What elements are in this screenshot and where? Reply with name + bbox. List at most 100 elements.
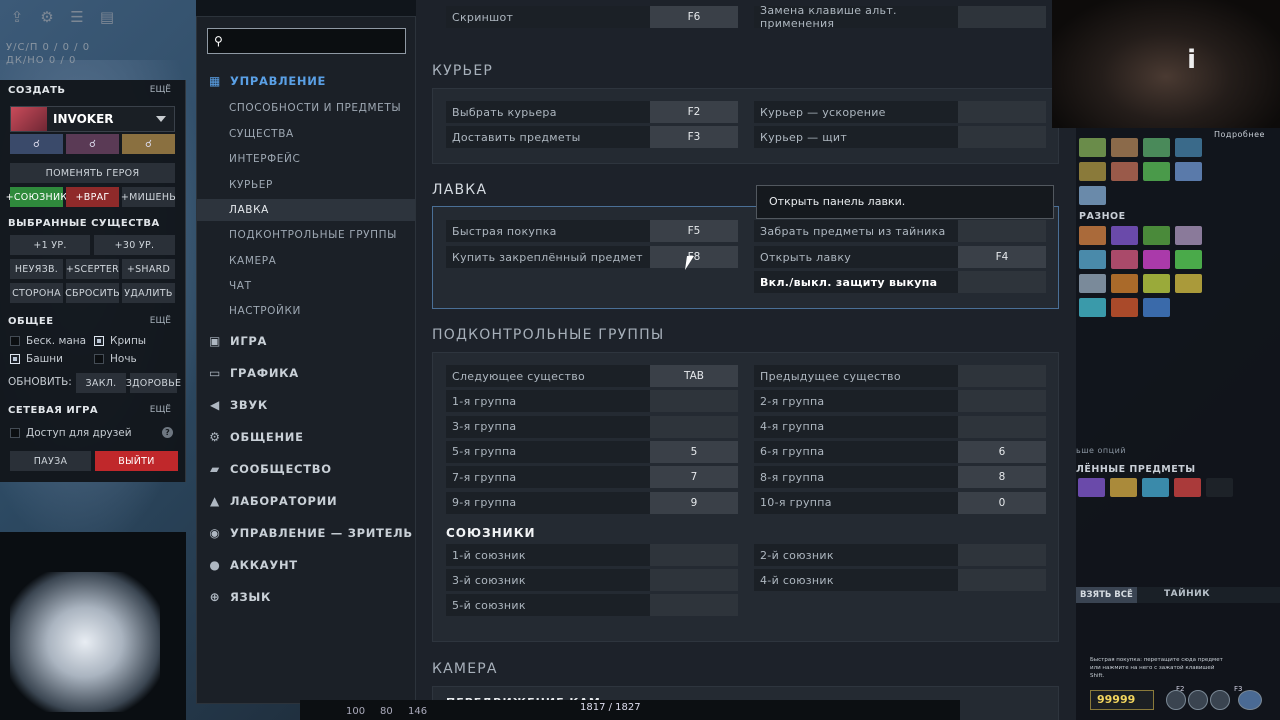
- towers-toggle[interactable]: Башни: [10, 353, 63, 365]
- hotkey-key[interactable]: 5: [650, 440, 738, 463]
- courier-arrow-button[interactable]: [1238, 690, 1262, 710]
- settings-gear-icon[interactable]: ⚙: [38, 8, 56, 26]
- pinned-item[interactable]: [1174, 478, 1201, 497]
- nav-labs[interactable]: ▲ ЛАБОРАТОРИИ: [197, 489, 415, 513]
- hotkey-row[interactable]: 5-я группа 5: [446, 440, 738, 463]
- shop-item[interactable]: [1079, 250, 1106, 269]
- hotkey-row[interactable]: Скриншот F6: [446, 6, 738, 28]
- hotkey-row[interactable]: 4-я группа: [754, 415, 1046, 438]
- shop-item[interactable]: [1079, 138, 1106, 157]
- nav-game[interactable]: ▣ ИГРА: [197, 329, 415, 353]
- hotkey-key[interactable]: [958, 415, 1046, 438]
- nav-sound[interactable]: ◀ ЗВУК: [197, 393, 415, 417]
- minimap[interactable]: [0, 532, 186, 720]
- hotkey-row[interactable]: 3-й союзник: [446, 569, 738, 591]
- exit-button[interactable]: ВЫЙТИ: [95, 451, 178, 471]
- infinite-mana-toggle[interactable]: Беск. мана: [10, 335, 86, 347]
- hotkey-row[interactable]: 1-й союзник: [446, 544, 738, 566]
- pinned-item[interactable]: [1142, 478, 1169, 497]
- shop-item[interactable]: [1143, 298, 1170, 317]
- nav-social[interactable]: ⚙ ОБЩЕНИЕ: [197, 425, 415, 449]
- hotkey-key[interactable]: F4: [958, 246, 1046, 268]
- hotkey-key[interactable]: [958, 390, 1046, 413]
- hotkey-row[interactable]: Следующее существо TAB: [446, 365, 738, 387]
- hotkey-key[interactable]: F5: [650, 220, 738, 242]
- pinned-item[interactable]: [1110, 478, 1137, 497]
- scepter-button[interactable]: +SCEPTER: [66, 259, 119, 279]
- side-button[interactable]: СТОРОНА: [10, 283, 63, 303]
- hotkey-key[interactable]: [958, 544, 1046, 566]
- nav-sub-units[interactable]: СУЩЕСТВА: [197, 123, 415, 145]
- hotkey-row[interactable]: 6-я группа 6: [754, 440, 1046, 463]
- shop-item[interactable]: [1111, 274, 1138, 293]
- nav-language[interactable]: ⊕ ЯЗЫК: [197, 585, 415, 609]
- shop-item[interactable]: [1079, 298, 1106, 317]
- hotkey-key[interactable]: [650, 390, 738, 413]
- pinned-item-empty[interactable]: [1206, 478, 1233, 497]
- take-all-button[interactable]: ВЗЯТЬ ВСЁ: [1076, 587, 1137, 603]
- nav-sub-courier[interactable]: КУРЬЕР: [197, 174, 415, 196]
- courier-select-button[interactable]: [1166, 690, 1186, 710]
- reset-button[interactable]: СБРОСИТЬ: [65, 283, 120, 303]
- nav-sub-abilities[interactable]: СПОСОБНОСТИ И ПРЕДМЕТЫ: [197, 97, 415, 119]
- hotkey-key[interactable]: [650, 594, 738, 616]
- shop-item[interactable]: [1143, 250, 1170, 269]
- hotkey-row[interactable]: Быстрая покупка F5: [446, 220, 738, 242]
- network-more-link[interactable]: ЕЩЁ: [150, 405, 171, 415]
- hotkey-key[interactable]: 7: [650, 466, 738, 489]
- shop-item[interactable]: [1143, 162, 1170, 181]
- level-1-button[interactable]: +1 УР.: [10, 235, 90, 255]
- courier-deliver-button[interactable]: [1188, 690, 1208, 710]
- hotkey-row[interactable]: Доставить предметы F3: [446, 126, 738, 148]
- nav-graphics[interactable]: ▭ ГРАФИКА: [197, 361, 415, 385]
- shop-item[interactable]: [1079, 274, 1106, 293]
- friends-access-toggle[interactable]: Доступ для друзей: [10, 427, 132, 439]
- add-ally-button[interactable]: +СОЮЗНИК: [6, 187, 67, 207]
- shop-item[interactable]: [1111, 250, 1138, 269]
- hotkey-row[interactable]: Открыть лавку F4: [754, 246, 1046, 268]
- hotkey-key[interactable]: 6: [958, 440, 1046, 463]
- hotkey-row[interactable]: Курьер — ускорение: [754, 101, 1046, 123]
- hotkey-key[interactable]: 0: [958, 491, 1046, 514]
- pinned-item[interactable]: [1078, 478, 1105, 497]
- shop-item[interactable]: [1111, 298, 1138, 317]
- nav-sub-shop[interactable]: ЛАВКА: [197, 199, 415, 221]
- shop-item[interactable]: [1175, 274, 1202, 293]
- shop-item[interactable]: [1079, 162, 1106, 181]
- hotkey-row[interactable]: 4-й союзник: [754, 569, 1046, 591]
- nav-sub-interface[interactable]: ИНТЕРФЕЙС: [197, 148, 415, 170]
- hotkey-key[interactable]: [958, 220, 1046, 242]
- create-more-link[interactable]: ЕЩЁ: [150, 85, 171, 95]
- courier-speed-button[interactable]: [1210, 690, 1230, 710]
- invulnerable-button[interactable]: НЕУЯЗВ.: [10, 259, 63, 279]
- hotkey-key[interactable]: F6: [650, 6, 738, 28]
- more-options-link[interactable]: ьше опций: [1076, 446, 1126, 455]
- hotkey-row[interactable]: 7-я группа 7: [446, 466, 738, 489]
- nav-spectator[interactable]: ◉ УПРАВЛЕНИЕ — ЗРИТЕЛЬ: [197, 521, 415, 545]
- hotkey-key[interactable]: F8: [650, 246, 738, 268]
- shop-item[interactable]: [1079, 186, 1106, 205]
- hotkey-key[interactable]: [958, 6, 1046, 28]
- search-input[interactable]: [228, 34, 389, 48]
- hotkey-row[interactable]: 2-я группа: [754, 390, 1046, 413]
- help-icon[interactable]: ?: [162, 427, 173, 438]
- details-link[interactable]: Подробнее: [1214, 130, 1265, 139]
- search-box[interactable]: ⚲: [207, 28, 406, 54]
- shop-item[interactable]: [1175, 162, 1202, 181]
- hotkey-key[interactable]: [958, 271, 1046, 293]
- hotkey-row[interactable]: 8-я группа 8: [754, 466, 1046, 489]
- refresh-spells-button[interactable]: ЗАКЛ.: [76, 373, 126, 393]
- hotkey-key[interactable]: [650, 415, 738, 438]
- hotkey-row[interactable]: 1-я группа: [446, 390, 738, 413]
- shop-item[interactable]: [1143, 274, 1170, 293]
- intelligence-attr-button[interactable]: ☌: [122, 134, 175, 154]
- hotkey-key[interactable]: [650, 569, 738, 591]
- hotkey-key[interactable]: [650, 544, 738, 566]
- hotkey-key[interactable]: F3: [650, 126, 738, 148]
- shop-item[interactable]: [1175, 226, 1202, 245]
- shop-item[interactable]: [1111, 162, 1138, 181]
- hotkey-row[interactable]: Курьер — щит: [754, 126, 1046, 148]
- hotkey-key[interactable]: [958, 101, 1046, 123]
- shop-item[interactable]: [1111, 226, 1138, 245]
- hotkey-row[interactable]: Замена клавише альт. применения: [754, 4, 1046, 30]
